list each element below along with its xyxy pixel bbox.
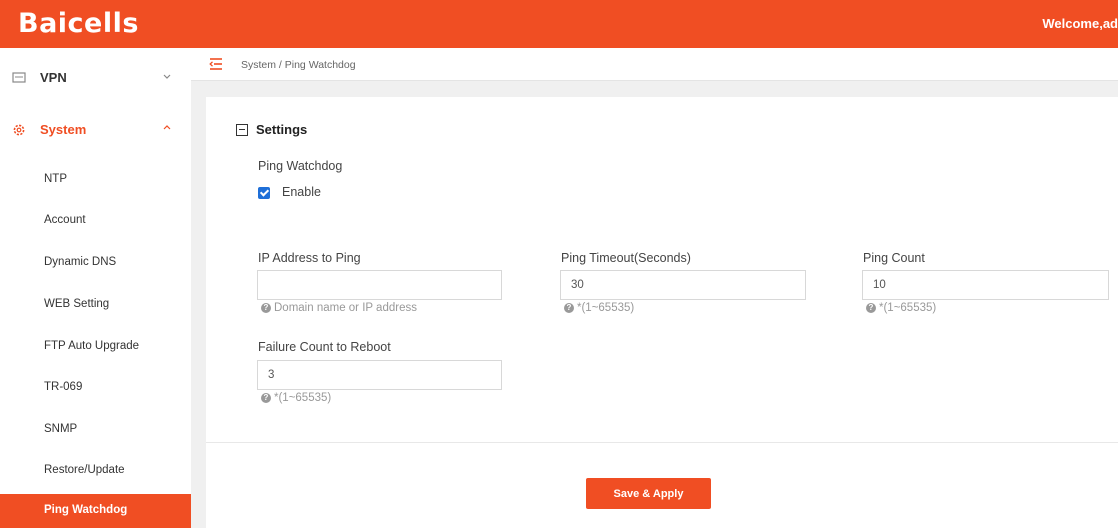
ping-count-input[interactable] xyxy=(862,270,1109,300)
sidebar: VPN System NTP Account Dynamic DNS WEB S… xyxy=(0,48,191,528)
sidebar-item-label: Ping Watchdog xyxy=(44,504,128,516)
failure-count-input[interactable] xyxy=(257,360,502,390)
enable-checkbox[interactable] xyxy=(258,187,270,199)
sidebar-item-label: WEB Setting xyxy=(44,298,110,310)
ping-timeout-input[interactable] xyxy=(560,270,806,300)
sidebar-item-ftp-auto-upgrade[interactable]: FTP Auto Upgrade xyxy=(0,330,191,364)
sidebar-item-tr-069[interactable]: TR-069 xyxy=(0,371,191,405)
ip-address-hint: ? Domain name or IP address xyxy=(261,302,417,314)
hint-text: *(1~65535) xyxy=(577,302,635,314)
settings-header[interactable]: Settings xyxy=(236,122,307,137)
help-icon: ? xyxy=(866,303,876,313)
failure-count-label: Failure Count to Reboot xyxy=(258,340,391,354)
ping-timeout-label: Ping Timeout(Seconds) xyxy=(561,251,691,265)
sidebar-item-restore-update[interactable]: Restore/Update xyxy=(0,454,191,488)
sidebar-item-ping-watchdog[interactable]: Ping Watchdog xyxy=(0,494,191,528)
divider xyxy=(206,442,1118,443)
brand-logo[interactable]: Baicells xyxy=(18,9,139,39)
sidebar-item-label: FTP Auto Upgrade xyxy=(44,340,140,352)
help-icon: ? xyxy=(261,393,271,403)
sidebar-item-label: TR-069 xyxy=(44,381,83,393)
ip-address-input[interactable] xyxy=(257,270,502,300)
settings-panel: Settings Ping Watchdog Enable IP Address… xyxy=(206,97,1118,528)
gear-icon xyxy=(13,124,25,136)
save-apply-button[interactable]: Save & Apply xyxy=(586,478,711,509)
hint-text: Domain name or IP address xyxy=(274,302,417,314)
sidebar-item-dynamic-dns[interactable]: Dynamic DNS xyxy=(0,246,191,280)
sidebar-item-label: SNMP xyxy=(44,423,78,435)
sidebar-group-label: VPN xyxy=(40,70,67,85)
ping-count-hint: ? *(1~65535) xyxy=(866,302,936,314)
sidebar-item-label: Restore/Update xyxy=(44,464,125,476)
collapse-icon[interactable] xyxy=(236,123,248,136)
breadcrumb-bar: System / Ping Watchdog xyxy=(191,48,1118,81)
chevron-down-icon xyxy=(163,74,171,79)
sidebar-group-system[interactable]: System xyxy=(0,110,191,150)
settings-title: Settings xyxy=(256,122,308,137)
sidebar-group-label: System xyxy=(40,122,87,137)
sidebar-item-label: Dynamic DNS xyxy=(44,256,117,268)
section-label: Ping Watchdog xyxy=(258,159,343,173)
ip-address-label: IP Address to Ping xyxy=(258,251,361,265)
help-icon: ? xyxy=(564,303,574,313)
sidebar-group-vpn[interactable]: VPN xyxy=(0,58,191,98)
sidebar-item-web-setting[interactable]: WEB Setting xyxy=(0,288,191,322)
menu-toggle-icon[interactable] xyxy=(209,58,223,70)
failure-count-hint: ? *(1~65535) xyxy=(261,392,331,404)
top-bar: Baicells Welcome,ad xyxy=(0,0,1118,48)
sidebar-item-account[interactable]: Account xyxy=(0,204,191,238)
sidebar-item-label: NTP xyxy=(44,173,67,185)
welcome-user[interactable]: Welcome,ad xyxy=(1042,16,1118,31)
hint-text: *(1~65535) xyxy=(879,302,937,314)
ping-timeout-hint: ? *(1~65535) xyxy=(564,302,634,314)
sidebar-item-label: Account xyxy=(44,214,86,226)
breadcrumb: System / Ping Watchdog xyxy=(241,59,356,71)
ping-count-label: Ping Count xyxy=(863,251,925,265)
sidebar-item-ntp[interactable]: NTP xyxy=(0,163,191,197)
hint-text: *(1~65535) xyxy=(274,392,332,404)
help-icon: ? xyxy=(261,303,271,313)
enable-label: Enable xyxy=(282,185,321,199)
vpn-icon xyxy=(12,72,26,83)
sidebar-item-snmp[interactable]: SNMP xyxy=(0,413,191,447)
chevron-up-icon xyxy=(163,125,171,130)
